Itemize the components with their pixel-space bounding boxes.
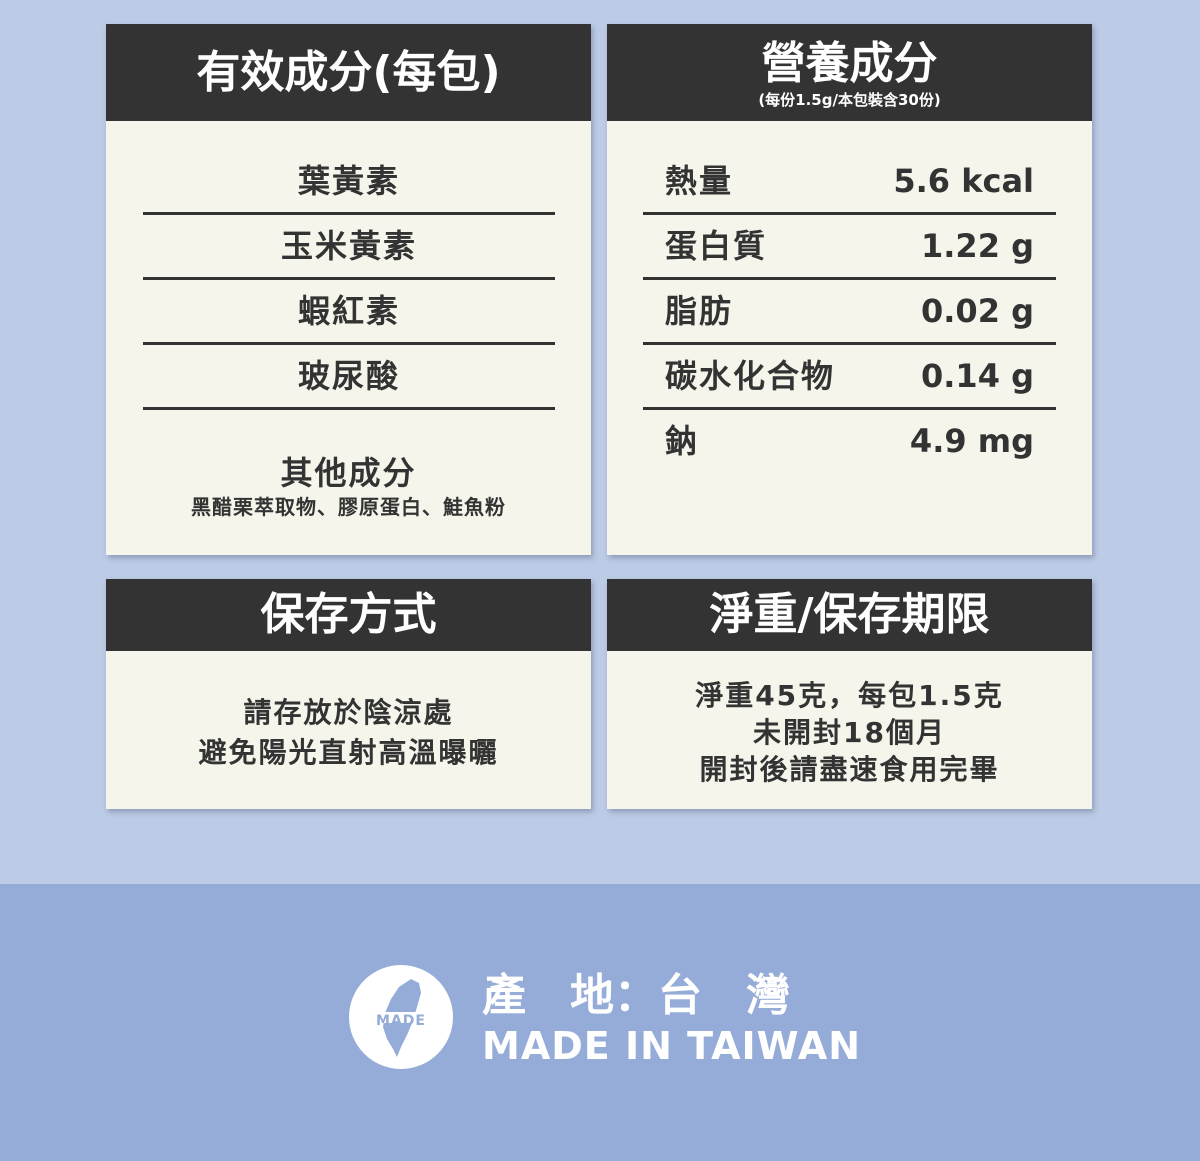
ingredient-item: 葉黃素: [143, 150, 555, 215]
nutrition-row: 脂肪 0.02 g: [643, 280, 1056, 345]
storage-text: 請存放於陰涼處 避免陽光直射高溫曝曬: [106, 693, 591, 773]
nutrition-subtitle: (每份1.5g/本包裝含30份): [758, 91, 941, 109]
weight-line: 未開封18個月: [753, 716, 946, 749]
weight-line: 開封後請盡速食用完畢: [699, 753, 1000, 786]
weight-line: 淨重45克，每包1.5克: [695, 679, 1004, 712]
nutrition-table: 熱量 5.6 kcal 蛋白質 1.22 g 脂肪 0.02 g 碳水化合物 0…: [643, 150, 1056, 475]
nutrition-row: 蛋白質 1.22 g: [643, 215, 1056, 280]
nutrient-value: 0.02 g: [921, 292, 1034, 330]
storage-card: 保存方式 請存放於陰涼處 避免陽光直射高溫曝曬: [106, 579, 591, 809]
made-in-taiwan-badge: MADE: [349, 965, 453, 1069]
nutrition-row: 鈉 4.9 mg: [643, 410, 1056, 475]
nutrition-card: 營養成分 (每份1.5g/本包裝含30份) 熱量 5.6 kcal 蛋白質 1.…: [607, 24, 1092, 555]
nutrition-header: 營養成分 (每份1.5g/本包裝含30份): [607, 24, 1092, 121]
nutrient-name: 鈉: [665, 422, 700, 460]
other-ingredients-title: 其他成分: [280, 454, 417, 492]
ingredients-card: 有效成分(每包) 葉黃素 玉米黃素 蝦紅素 玻尿酸 其他成分 黑醋栗萃取物、膠原…: [106, 24, 591, 555]
nutrient-value: 1.22 g: [921, 227, 1034, 265]
badge-label: MADE: [376, 1013, 426, 1029]
storage-line: 請存放於陰涼處: [243, 696, 454, 729]
nutrient-value: 0.14 g: [921, 357, 1034, 395]
weight-card: 淨重/保存期限 淨重45克，每包1.5克 未開封18個月 開封後請盡速食用完畢: [607, 579, 1092, 809]
ingredient-item: 玻尿酸: [143, 345, 555, 410]
nutrition-row: 碳水化合物 0.14 g: [643, 345, 1056, 410]
nutrition-title: 營養成分: [761, 38, 938, 89]
storage-line: 避免陽光直射高溫曝曬: [198, 736, 499, 769]
nutrient-name: 脂肪: [665, 292, 734, 330]
made-in-text: MADE IN TAIWAN: [482, 1024, 862, 1068]
nutrient-value: 4.9 mg: [909, 422, 1034, 460]
weight-title: 淨重/保存期限: [607, 579, 1092, 651]
nutrient-name: 熱量: [665, 162, 734, 200]
origin-footer: MADE 產 地：台 灣 MADE IN TAIWAN: [0, 884, 1200, 1161]
nutrient-name: 蛋白質: [665, 227, 768, 265]
weight-text: 淨重45克，每包1.5克 未開封18個月 開封後請盡速食用完畢: [607, 677, 1092, 788]
other-ingredients-text: 黑醋栗萃取物、膠原蛋白、鮭魚粉: [191, 495, 506, 519]
nutrition-row: 熱量 5.6 kcal: [643, 150, 1056, 215]
ingredient-item: 蝦紅素: [143, 280, 555, 345]
ingredients-title: 有效成分(每包): [106, 24, 591, 121]
origin-text: 產 地：台 灣: [482, 970, 790, 1021]
ingredients-list: 葉黃素 玉米黃素 蝦紅素 玻尿酸: [143, 150, 555, 410]
ingredient-item: 玉米黃素: [143, 215, 555, 280]
storage-title: 保存方式: [106, 579, 591, 651]
nutrient-name: 碳水化合物: [665, 357, 836, 395]
nutrient-value: 5.6 kcal: [893, 162, 1034, 200]
